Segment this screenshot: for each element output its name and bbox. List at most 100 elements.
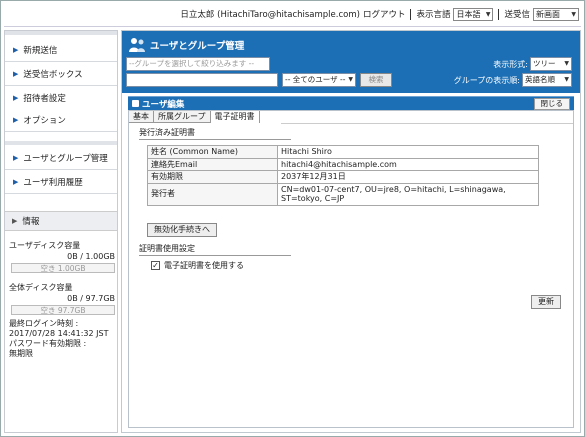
password-expiry-label: パスワード有効期限 : [9, 339, 87, 348]
main-header: ユーザとグループ管理 [122, 31, 580, 59]
tab-groups[interactable]: 所属グループ [154, 111, 211, 123]
total-disk-meter: 空き 97.7GB [11, 305, 115, 315]
separator [410, 8, 412, 20]
arrow-right-icon: ▶ [13, 70, 19, 78]
info-header: ▶ 情報 [5, 211, 117, 231]
editor-panel: 基本 所属グループ 電子証明書 発行済み証明書 姓名 (Common Name)… [128, 110, 574, 428]
sidebar-top-bar [5, 31, 117, 35]
recv-value: 新画面 [536, 9, 560, 19]
cert-value: CN=dw01-07-cent7, OU=jre8, O=hitachi, L=… [277, 182, 539, 206]
chevron-down-icon: ▼ [571, 10, 576, 18]
group-order-select[interactable]: 英語名順 ▼ [522, 73, 572, 87]
update-button-label: 更新 [538, 297, 554, 306]
sidebar-item-user-group[interactable]: ▶ ユーザとグループ管理 [5, 147, 117, 170]
user-disk-free: 空き 1.00GB [40, 264, 86, 273]
invalidate-button-label: 無効化手続きへ [154, 225, 210, 234]
use-cert-label: 電子証明書を使用する [164, 261, 244, 270]
cert-value: hitachi4@hitachisample.com [277, 157, 539, 171]
usage-title: 証明書使用設定 [139, 244, 195, 253]
last-login-value: 2017/07/28 14:41:32 JST [9, 329, 109, 338]
close-button[interactable]: 閉じる [533, 98, 570, 110]
invalidate-button[interactable]: 無効化手続きへ [147, 223, 217, 237]
sidebar-item-label: 招待者設定 [23, 94, 66, 104]
display-format-label: 表示形式: [493, 60, 528, 69]
filter-bar: --グループを選択して絞り込みます -- -- 全てのユーザ -- ▼ 検索 表… [122, 57, 580, 93]
group-filter-placeholder: --グループを選択して絞り込みます -- [129, 59, 255, 68]
info-title: 情報 [22, 217, 40, 227]
editor-title: ユーザ編集 [142, 100, 185, 110]
user-disk-value: 0B / 1.00GB [67, 252, 115, 261]
chevron-down-icon: ▼ [564, 76, 569, 83]
arrow-right-icon: ▶ [13, 154, 19, 162]
page-title: ユーザとグループ管理 [150, 41, 245, 52]
user-name: 日立太郎 (HitachiTaro@hitachisample.com) [180, 10, 360, 20]
main-panel: ユーザとグループ管理 --グループを選択して絞り込みます -- -- 全てのユー… [121, 30, 581, 433]
sidebar-item-label: ユーザとグループ管理 [23, 154, 108, 164]
search-button-label: 検索 [368, 75, 384, 84]
chevron-down-icon: ▼ [564, 60, 569, 67]
tab-bar: 基本 所属グループ 電子証明書 [129, 111, 260, 123]
search-button[interactable]: 検索 [360, 73, 392, 87]
certificate-table: 姓名 (Common Name) Hitachi Shiro 連絡先Email … [147, 145, 539, 206]
user-disk-label: ユーザディスク容量 [9, 241, 81, 250]
lang-label: 表示言語 [416, 10, 451, 20]
use-cert-checkbox[interactable]: ✓ [151, 261, 160, 270]
recv-label: 送受信 [504, 10, 530, 20]
users-icon [129, 38, 145, 52]
header-divider [4, 26, 581, 27]
table-row: 有効期限 2037年12月31日 [147, 170, 539, 184]
issued-cert-rule [139, 139, 291, 140]
table-row: 発行者 CN=dw01-07-cent7, OU=jre8, O=hitachi… [147, 182, 539, 206]
group-order-value: 英語名順 [525, 75, 555, 84]
arrow-right-icon: ▶ [13, 94, 19, 102]
logout-link[interactable]: ログアウト [363, 8, 406, 20]
cert-key: 発行者 [147, 182, 278, 206]
total-disk-free: 空き 97.7GB [40, 306, 86, 315]
table-row: 連絡先Email hitachi4@hitachisample.com [147, 157, 539, 171]
usage-rule [139, 255, 291, 256]
sidebar-item-options[interactable]: ▶ オプション [5, 109, 117, 132]
table-row: 姓名 (Common Name) Hitachi Shiro [147, 145, 539, 159]
use-cert-checkbox-row[interactable]: ✓ 電子証明書を使用する [151, 260, 244, 271]
sidebar-item-label: 新規送信 [23, 46, 58, 56]
group-filter-select[interactable]: --グループを選択して絞り込みます -- [126, 57, 270, 71]
update-button[interactable]: 更新 [531, 295, 561, 309]
sidebar-item-invitee[interactable]: ▶ 招待者設定 [5, 87, 117, 110]
cert-key: 有効期限 [147, 170, 278, 184]
cert-key: 連絡先Email [147, 157, 278, 171]
chevron-down-icon: ▼ [485, 10, 491, 18]
lang-value: 日本語 [456, 9, 481, 19]
top-bar: 日立太郎 (HitachiTaro@hitachisample.com) ログア… [180, 6, 579, 22]
search-input[interactable] [126, 73, 278, 87]
tab-basic[interactable]: 基本 [129, 111, 154, 123]
arrow-right-icon: ▶ [13, 116, 19, 124]
sidebar-item-label: オプション [23, 116, 66, 126]
editor-header: ユーザ編集 閉じる [128, 96, 574, 110]
arrow-right-icon: ▶ [13, 178, 19, 186]
display-format-select[interactable]: ツリー ▼ [530, 57, 572, 71]
lang-select[interactable]: 日本語 ▼ [453, 7, 494, 21]
sidebar-item-label: ユーザ利用履歴 [23, 178, 83, 188]
separator [498, 8, 500, 20]
arrow-right-icon: ▶ [13, 46, 19, 54]
cert-key: 姓名 (Common Name) [147, 145, 278, 159]
sidebar-item-user-history[interactable]: ▶ ユーザ利用履歴 [5, 171, 117, 194]
sidebar-item-label: 送受信ボックス [23, 70, 83, 80]
sidebar: ▶ 新規送信 ▶ 送受信ボックス ▶ 招待者設定 ▶ オプション ▶ ユーザとグ… [4, 30, 118, 433]
password-expiry-value: 無期限 [9, 349, 33, 358]
issued-cert-title: 発行済み証明書 [139, 128, 195, 137]
last-login-label: 最終ログイン時刻 : [9, 319, 79, 328]
user-filter-select[interactable]: -- 全てのユーザ -- ▼ [282, 73, 356, 87]
cert-value: 2037年12月31日 [277, 170, 539, 184]
arrow-right-icon: ▶ [12, 217, 18, 225]
cert-value: Hitachi Shiro [277, 145, 539, 159]
panel-icon [132, 100, 139, 107]
sidebar-item-mailbox[interactable]: ▶ 送受信ボックス [5, 63, 117, 86]
sidebar-item-new-send[interactable]: ▶ 新規送信 [5, 39, 117, 62]
user-disk-meter: 空き 1.00GB [11, 263, 115, 273]
total-disk-label: 全体ディスク容量 [9, 283, 73, 292]
recv-select[interactable]: 新画面 ▼ [533, 7, 579, 21]
tab-certificate[interactable]: 電子証明書 [210, 111, 260, 123]
sidebar-section-bar [5, 141, 117, 145]
chevron-down-icon: ▼ [348, 76, 353, 83]
